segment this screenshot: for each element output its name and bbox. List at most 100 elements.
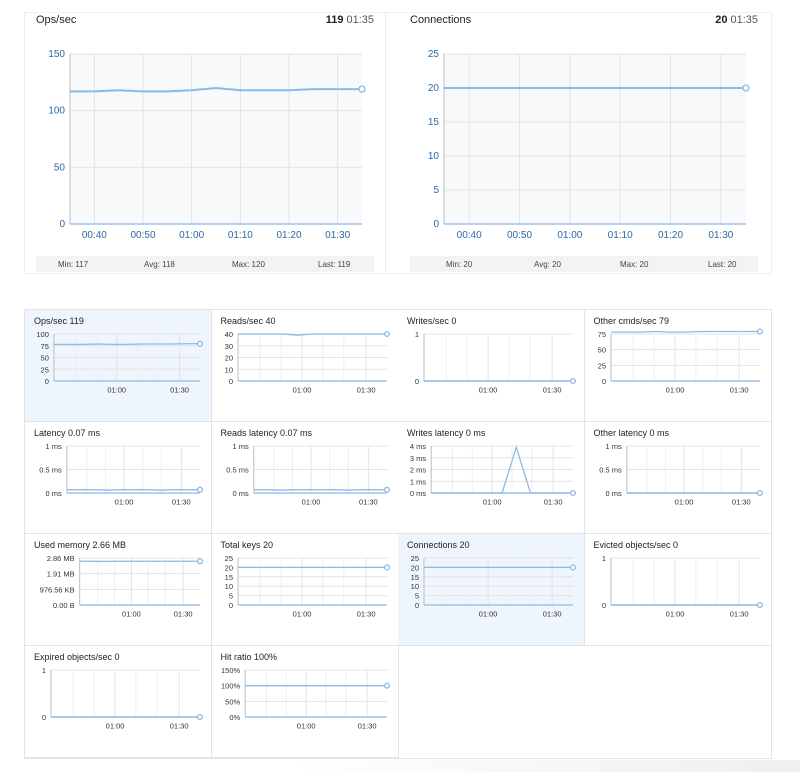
y-tick-label: 1 ms (410, 477, 427, 486)
y-tick-label: 10 (224, 582, 232, 591)
x-tick-label: 01:30 (356, 610, 375, 619)
x-tick-label: 01:30 (170, 386, 189, 395)
x-tick-label: 01:30 (544, 498, 563, 507)
metric-cell[interactable]: Evicted objects/sec 0 0 1 01:00 01:30 (584, 534, 772, 646)
last-point-marker (196, 713, 204, 721)
y-tick-label: 75 (41, 342, 49, 351)
y-tick-label: 0 ms (232, 489, 249, 498)
y-tick-label: 0 (42, 713, 46, 722)
y-tick-label: 5 (415, 592, 419, 601)
y-tick-label: 5 (228, 592, 232, 601)
y-tick-label: 0 (415, 601, 419, 610)
x-tick-label: 01:00 (292, 610, 311, 619)
metric-chart: 0510152025 01:00 01:30 (224, 554, 390, 619)
y-tick-label: 0.5 ms (39, 466, 62, 475)
x-tick-label: 01:00 (483, 498, 502, 507)
x-tick-label: 01:30 (543, 386, 562, 395)
x-tick-label: 01:00 (107, 386, 126, 395)
metric-cell[interactable]: Total keys 20 0 5 10 15 20 25 01:00 01:30 (211, 534, 399, 646)
last-point-marker (196, 558, 204, 565)
y-tick-label: 50% (225, 697, 240, 706)
metric-cell[interactable]: Reads latency 0.07 ms 0 ms 0.5 ms 1 ms 01:00… (211, 422, 399, 534)
y-tick-label: 150% (221, 666, 241, 675)
y-tick-label: 20 (224, 354, 232, 363)
metric-cell[interactable]: Other latency 0 ms 0 ms 0.5 ms 1 ms 01:00 01:… (584, 422, 772, 534)
metric-chart: 0 1 01:00 01:30 (415, 330, 577, 395)
y-tick-label: 1 (415, 330, 419, 339)
y-tick-label: 10 (224, 365, 232, 374)
last-point-marker (569, 377, 577, 385)
y-tick-label: 1 ms (232, 442, 249, 451)
y-tick-label: 25 (411, 554, 419, 563)
y-tick-label: 25 (597, 361, 605, 370)
metric-cell[interactable]: Writes/sec 0 0 1 01:00 01:30 (398, 310, 585, 422)
x-tick-label: 01:30 (170, 722, 189, 731)
metric-chart: 0% 50% 100% 150% 01:00 01:30 (221, 666, 390, 731)
y-tick-label: 1 (42, 666, 46, 675)
metric-cell[interactable]: Writes latency 0 ms 0 ms 1 ms 2 ms 3 ms 4 ms 0… (398, 422, 585, 534)
y-tick-label: 3 ms (410, 454, 427, 463)
y-tick-label: 1 (601, 554, 605, 563)
y-tick-label: 1 ms (605, 442, 622, 451)
last-point-marker (756, 328, 763, 335)
y-tick-label: 25 (224, 554, 232, 563)
y-tick-label: 100 (36, 330, 49, 339)
y-tick-label: 15 (411, 573, 419, 582)
metric-chart: 0 25 50 75 01:00 01:30 (597, 328, 763, 395)
y-tick-label: 0 ms (46, 489, 63, 498)
metric-cell[interactable]: Ops/sec 119 0 25 50 75 100 01:00 01:30 (25, 310, 212, 422)
metric-cell[interactable]: Expired objects/sec 0 0 1 01:00 01:30 (25, 646, 212, 758)
series-line (53, 343, 200, 345)
y-tick-label: 0 (45, 377, 49, 386)
y-tick-label: 0.00 B (53, 601, 75, 610)
metric-chart: 0 ms 1 ms 2 ms 3 ms 4 ms 01:00 01:30 (410, 442, 577, 507)
metric-cell[interactable]: Other cmds/sec 79 0 25 50 75 01:00 01:30 (584, 310, 772, 422)
y-tick-label: 100% (221, 682, 241, 691)
series-line (610, 330, 760, 333)
y-tick-label: 1 ms (46, 442, 63, 451)
y-tick-label: 4 ms (410, 442, 427, 451)
metric-chart: 0 1 01:00 01:30 (601, 554, 763, 619)
y-tick-label: 40 (224, 330, 232, 339)
metric-cell[interactable]: Connections 20 0 5 10 15 20 25 01:00 01:30 (398, 534, 585, 646)
metric-cell[interactable]: Reads/sec 40 0 10 20 30 40 01:00 01:30 (211, 310, 399, 422)
last-point-marker (383, 486, 390, 493)
top-panels-outline (24, 12, 772, 274)
last-point-marker (383, 564, 390, 571)
y-tick-label: 0 (601, 377, 605, 386)
x-tick-label: 01:00 (665, 610, 684, 619)
x-tick-label: 01:30 (357, 722, 376, 731)
last-point-marker (383, 330, 390, 338)
x-tick-label: 01:00 (292, 386, 311, 395)
y-tick-label: 0% (229, 713, 240, 722)
last-point-marker (756, 601, 763, 609)
y-tick-label: 0 (601, 601, 605, 610)
metric-cell[interactable]: Hit ratio 100% 0% 50% 100% 150% 01:00 01:30 (211, 646, 399, 758)
x-tick-label: 01:30 (358, 498, 377, 507)
x-tick-label: 01:00 (479, 386, 498, 395)
x-tick-label: 01:30 (543, 610, 562, 619)
last-point-marker (383, 682, 390, 689)
x-tick-label: 01:30 (729, 386, 748, 395)
metric-cell[interactable]: Latency 0.07 ms 0 ms 0.5 ms 1 ms 01:00 01:30 (25, 422, 212, 534)
x-tick-label: 01:30 (729, 610, 748, 619)
x-tick-label: 01:30 (356, 386, 375, 395)
metric-chart: 0 25 50 75 100 01:00 01:30 (36, 330, 204, 395)
bottom-fade (290, 760, 800, 772)
x-tick-label: 01:00 (115, 498, 134, 507)
y-tick-label: 0.5 ms (599, 466, 622, 475)
y-tick-label: 20 (411, 563, 419, 572)
x-tick-label: 01:30 (731, 498, 750, 507)
y-tick-label: 50 (597, 346, 605, 355)
y-tick-label: 50 (41, 354, 49, 363)
last-point-marker (569, 564, 577, 571)
y-tick-label: 0 (228, 377, 232, 386)
y-tick-label: 0 (228, 601, 232, 610)
x-tick-label: 01:00 (122, 610, 141, 619)
x-tick-label: 01:30 (172, 498, 191, 507)
y-tick-label: 976.56 KB (40, 585, 75, 594)
metric-chart: 0 ms 0.5 ms 1 ms 01:00 01:30 (599, 442, 763, 507)
y-tick-label: 2.86 MB (47, 554, 75, 563)
last-point-marker (756, 489, 763, 497)
metric-cell[interactable]: Used memory 2.66 MB 0.00 B 976.56 KB 1.91 M… (25, 534, 212, 646)
